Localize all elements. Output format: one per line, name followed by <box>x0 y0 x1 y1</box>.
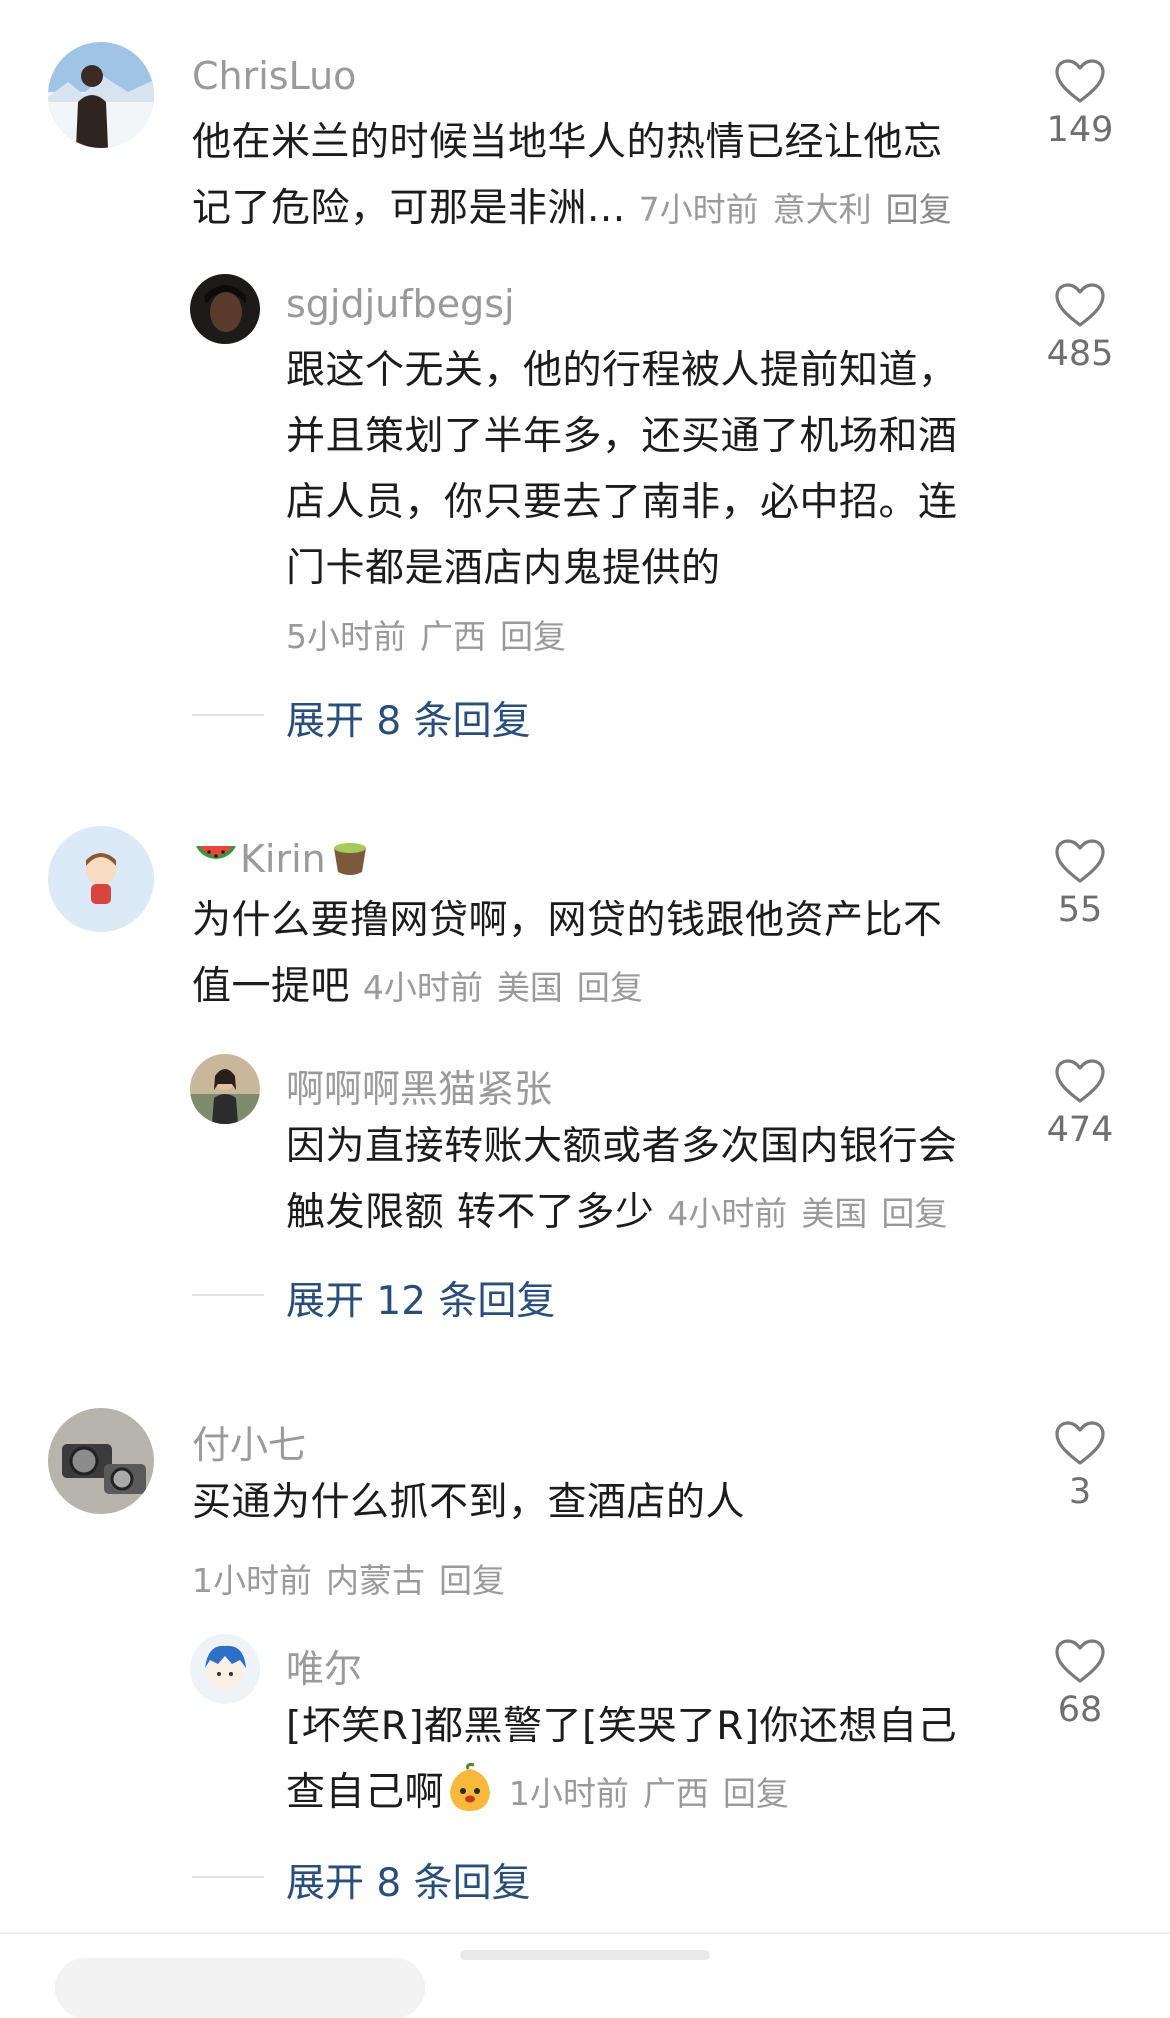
user-avatar[interactable] <box>190 1054 260 1124</box>
heart-icon <box>1055 1421 1105 1465</box>
comment-line: 值一提吧 <box>192 964 351 1009</box>
timestamp: 7小时前 <box>638 190 759 229</box>
reply-button[interactable]: 回复 <box>886 190 952 229</box>
reply-button[interactable]: 回复 <box>500 617 566 656</box>
reply-line: 门卡都是酒店内鬼提供的 <box>286 546 721 591</box>
comment-meta: 4小时前 美国 回复 <box>363 968 657 1007</box>
heart-icon <box>1055 1639 1105 1683</box>
like-count: 3 <box>1068 1472 1092 1512</box>
like-count: 55 <box>1057 890 1103 930</box>
expand-replies-button[interactable]: 展开 12 条回复 <box>286 1270 555 1326</box>
username[interactable]: 啊啊啊黑猫紧张 <box>286 1058 552 1113</box>
dark-portrait-avatar <box>190 274 260 344</box>
reply-meta: 4小时前 美国 回复 <box>667 1194 961 1233</box>
reply-text: 因为直接转账大额或者多次国内银行会 触发限额 转不了多少 4小时前 美国 回复 <box>286 1114 1016 1247</box>
divider <box>192 1294 264 1296</box>
timestamp: 1小时前 <box>192 1561 312 1600</box>
reply-line-with-meta: 触发限额 转不了多少 4小时前 美国 回复 <box>286 1180 1016 1247</box>
heart-icon <box>1055 839 1105 883</box>
ip-location: 美国 <box>496 968 563 1007</box>
reply-line-with-meta: 查自己啊 1小时前 广西 回复 <box>286 1760 1016 1827</box>
heart-icon <box>1055 1059 1105 1103</box>
reply-line: [坏笑R]都黑警了[笑哭了R]你还想自己 <box>286 1704 958 1749</box>
comment-line-with-meta: 值一提吧 4小时前 美国 回复 <box>192 954 1012 1021</box>
timestamp: 5小时前 <box>286 617 406 656</box>
reply-line: 因为直接转账大额或者多次国内银行会 <box>286 1124 958 1169</box>
comment-text: 他在米兰的时候当地华人的热情已经让他忘 记了危险，可那是非洲... 7小时前 意大… <box>192 110 1012 243</box>
like-count: 485 <box>1046 334 1114 374</box>
reply-meta: 1小时前 广西 回复 <box>509 1774 803 1813</box>
username[interactable]: ChrisLuo <box>192 54 356 98</box>
comment-line: 记了危险，可那是非洲... <box>192 186 626 231</box>
user-avatar[interactable] <box>48 1408 154 1514</box>
vintage-camera-avatar <box>48 1408 154 1514</box>
like-count: 68 <box>1057 1690 1103 1730</box>
expand-replies-button[interactable]: 展开 8 条回复 <box>286 1852 531 1908</box>
woman-photo-avatar <box>190 1054 260 1124</box>
timestamp: 4小时前 <box>667 1194 788 1233</box>
reply-text: [坏笑R]都黑警了[笑哭了R]你还想自己 查自己啊 1小时前 广西 回复 <box>286 1694 1016 1827</box>
username[interactable]: 付小七 <box>192 1414 306 1469</box>
cute-mango-sticker <box>450 1763 491 1811</box>
timestamp: 1小时前 <box>508 1774 629 1813</box>
reply-line: 店人员，你只要去了南非，必中招。连 <box>286 480 958 525</box>
reply-line: 触发限额 转不了多少 <box>286 1190 655 1235</box>
timestamp: 4小时前 <box>362 968 483 1007</box>
scroll-indicator <box>460 1950 710 1960</box>
like-button[interactable]: 68 <box>1020 1638 1140 1730</box>
like-button[interactable]: 474 <box>1020 1058 1140 1150</box>
comment-input[interactable] <box>55 1958 425 2018</box>
cartoon-blue-hair-avatar <box>190 1634 260 1704</box>
comment-line-with-meta: 记了危险，可那是非洲... 7小时前 意大利 回复 <box>192 176 1012 243</box>
username-text: Kirin <box>240 837 326 881</box>
reply-line: 并且策划了半年多，还买通了机场和酒 <box>286 414 958 459</box>
user-avatar[interactable] <box>190 1634 260 1704</box>
reply-line: 查自己啊 <box>286 1770 445 1815</box>
comment-text: 为什么要撸网贷啊，网贷的钱跟他资产比不 值一提吧 4小时前 美国 回复 <box>192 888 1012 1021</box>
comment-line: 他在米兰的时候当地华人的热情已经让他忘 <box>192 120 943 165</box>
comment-meta: 7小时前 意大利 回复 <box>639 190 966 229</box>
reply-text: 跟这个无关，他的行程被人提前知道， 并且策划了半年多，还买通了机场和酒 店人员，… <box>286 338 1016 602</box>
person-snow-landscape-avatar <box>48 42 154 148</box>
like-button[interactable]: 3 <box>1020 1420 1140 1512</box>
ip-location: 美国 <box>801 1194 868 1233</box>
like-button[interactable]: 149 <box>1020 58 1140 150</box>
ip-location: 意大利 <box>772 190 872 229</box>
comment-text: 买通为什么抓不到，查酒店的人 <box>192 1470 1012 1536</box>
divider <box>192 1876 264 1878</box>
username[interactable]: Kirin <box>192 832 374 881</box>
reply-button[interactable]: 回复 <box>577 968 643 1007</box>
heart-icon <box>1055 283 1105 327</box>
reply-line: 跟这个无关，他的行程被人提前知道， <box>286 348 958 393</box>
watermelon-emoji <box>196 846 236 859</box>
like-count: 474 <box>1046 1110 1114 1150</box>
heart-icon <box>1055 59 1105 103</box>
tea-cup-emoji <box>333 843 366 875</box>
ip-location: 广西 <box>420 617 486 656</box>
ip-location: 广西 <box>642 1774 709 1813</box>
like-count: 149 <box>1046 110 1114 150</box>
user-avatar[interactable] <box>48 42 154 148</box>
username[interactable]: 唯尔 <box>286 1638 362 1693</box>
reply-button[interactable]: 回复 <box>723 1774 789 1813</box>
comment-meta: 1小时前 内蒙古 回复 <box>192 1554 519 1602</box>
comment-line: 为什么要撸网贷啊，网贷的钱跟他资产比不 <box>192 898 943 943</box>
divider <box>192 714 264 716</box>
like-button[interactable]: 485 <box>1020 282 1140 374</box>
comment-line: 买通为什么抓不到，查酒店的人 <box>192 1480 746 1525</box>
user-avatar[interactable] <box>190 274 260 344</box>
reply-meta: 5小时前 广西 回复 <box>286 610 580 658</box>
expand-replies-button[interactable]: 展开 8 条回复 <box>286 690 531 746</box>
username[interactable]: sgjdjufbegsj <box>286 282 515 326</box>
like-button[interactable]: 55 <box>1020 838 1140 930</box>
ip-location: 内蒙古 <box>326 1561 425 1600</box>
reply-button[interactable]: 回复 <box>439 1561 505 1600</box>
cartoon-boy-moon-avatar <box>48 826 154 932</box>
reply-button[interactable]: 回复 <box>881 1194 947 1233</box>
user-avatar[interactable] <box>48 826 154 932</box>
